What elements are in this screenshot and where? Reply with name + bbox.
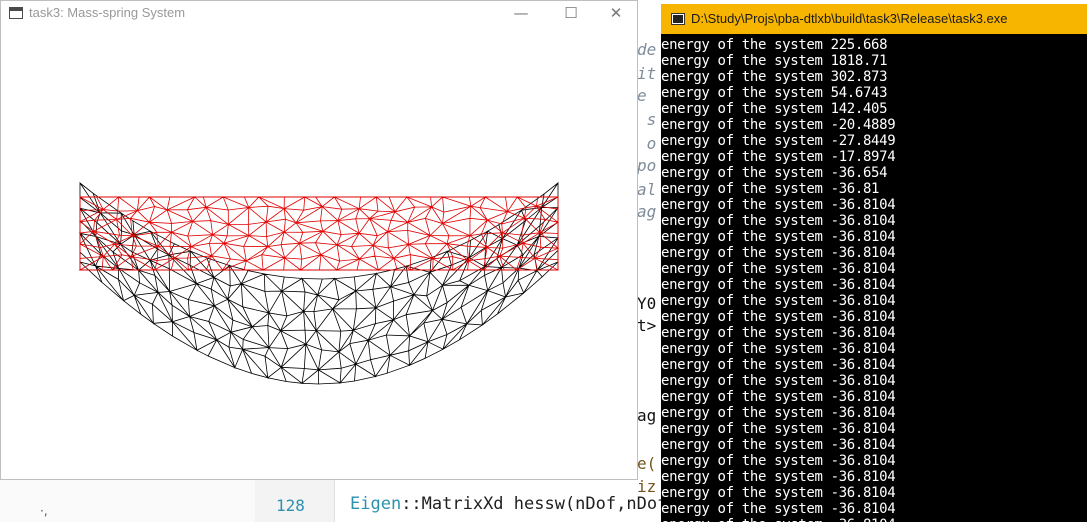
- console-line: energy of the system 1818.71: [661, 53, 888, 69]
- console-titlebar[interactable]: D:\Study\Projs\pba-dtlxb\build\task3\Rel…: [661, 4, 1087, 34]
- console-line: energy of the system -36.8104: [661, 501, 896, 517]
- line-number: 128: [276, 496, 305, 515]
- console-line: energy of the system -36.8104: [661, 373, 896, 389]
- code-peek-fragment: al: [637, 180, 657, 199]
- console-line: energy of the system -36.8104: [661, 197, 896, 213]
- console-output: energy of the system 225.668 energy of th…: [661, 37, 1087, 522]
- console-line: energy of the system -36.8104: [661, 261, 896, 277]
- code-peek-fragment: s: [637, 110, 657, 129]
- console-line: energy of the system -36.8104: [661, 245, 896, 261]
- console-line: energy of the system -36.8104: [661, 389, 896, 405]
- console-line: energy of the system -17.8974: [661, 149, 896, 165]
- deformed-mesh: [78, 181, 560, 385]
- left-panel-fragment: ·,: [40, 504, 48, 518]
- console-title: D:\Study\Projs\pba-dtlxb\build\task3\Rel…: [691, 11, 1008, 26]
- app-titlebar[interactable]: task3: Mass-spring System — ☐ ✕: [1, 1, 637, 27]
- console-line: energy of the system -36.8104: [661, 277, 896, 293]
- console-icon: [671, 13, 685, 25]
- code-peek-fragment: ag: [637, 202, 657, 221]
- console-line: energy of the system -36.8104: [661, 229, 896, 245]
- console-line: energy of the system 302.873: [661, 69, 888, 85]
- close-button[interactable]: ✕: [593, 1, 639, 27]
- console-line: energy of the system -36.8104: [661, 405, 896, 421]
- maximize-button[interactable]: ☐: [548, 1, 594, 27]
- console-line: energy of the system -36.8104: [661, 437, 896, 453]
- console-line: energy of the system -36.8104: [661, 325, 896, 341]
- mass-spring-window: task3: Mass-spring System — ☐ ✕: [0, 0, 638, 480]
- console-line: energy of the system 142.405: [661, 101, 888, 117]
- simulation-canvas[interactable]: [1, 27, 637, 479]
- code-peek-fragment: po: [637, 156, 657, 175]
- console-line: energy of the system 225.668: [661, 37, 888, 53]
- code-keyword: Eigen: [350, 494, 402, 514]
- code-peek-fragment: iz: [637, 477, 657, 496]
- code-peek-fragment: t>: [637, 316, 657, 335]
- console-line: energy of the system -20.4889: [661, 117, 896, 133]
- code-peek-fragment: e(: [637, 454, 657, 473]
- console-window: D:\Study\Projs\pba-dtlxb\build\task3\Rel…: [661, 4, 1087, 522]
- console-line: energy of the system -36.8104: [661, 485, 896, 501]
- code-peek-fragment: it: [637, 64, 657, 83]
- app-window-title: task3: Mass-spring System: [29, 5, 186, 20]
- console-line: energy of the system -27.8449: [661, 133, 896, 149]
- code-peek-fragment: Y0: [637, 294, 657, 313]
- console-line: energy of the system -36.8104: [661, 213, 896, 229]
- console-line: energy of the system -36.8104: [661, 309, 896, 325]
- code-text: ::MatrixXd hessw(nDof,nDof);: [401, 494, 688, 514]
- console-line: energy of the system -36.8104: [661, 453, 896, 469]
- code-peek-fragment: e: [637, 86, 647, 105]
- console-line: energy of the system 54.6743: [661, 85, 888, 101]
- console-line: energy of the system -36.81: [661, 181, 880, 197]
- console-line: energy of the system -36.8104: [661, 341, 896, 357]
- console-line: energy of the system -36.8104: [661, 293, 896, 309]
- code-peek-fragment: de: [637, 40, 657, 59]
- console-line: energy of the system -36.8104: [661, 421, 896, 437]
- console-line: energy of the system -36.8104: [661, 469, 896, 485]
- code-peek-fragment: o: [637, 134, 657, 153]
- console-line: energy of the system -36.654: [661, 165, 888, 181]
- editor-left-panel: ·,: [0, 480, 255, 522]
- console-line: energy of the system -36.8104: [661, 357, 896, 373]
- console-line: energy of the system -36.8104: [661, 517, 1087, 522]
- minimize-button[interactable]: —: [498, 1, 544, 27]
- deformed-mesh-edges: [78, 181, 560, 385]
- code-line[interactable]: Eigen::MatrixXd hessw(nDof,nDof);: [350, 494, 688, 514]
- window-icon: [9, 7, 23, 19]
- code-peek-fragment: ag: [637, 406, 657, 425]
- mesh-drawing: [78, 181, 560, 385]
